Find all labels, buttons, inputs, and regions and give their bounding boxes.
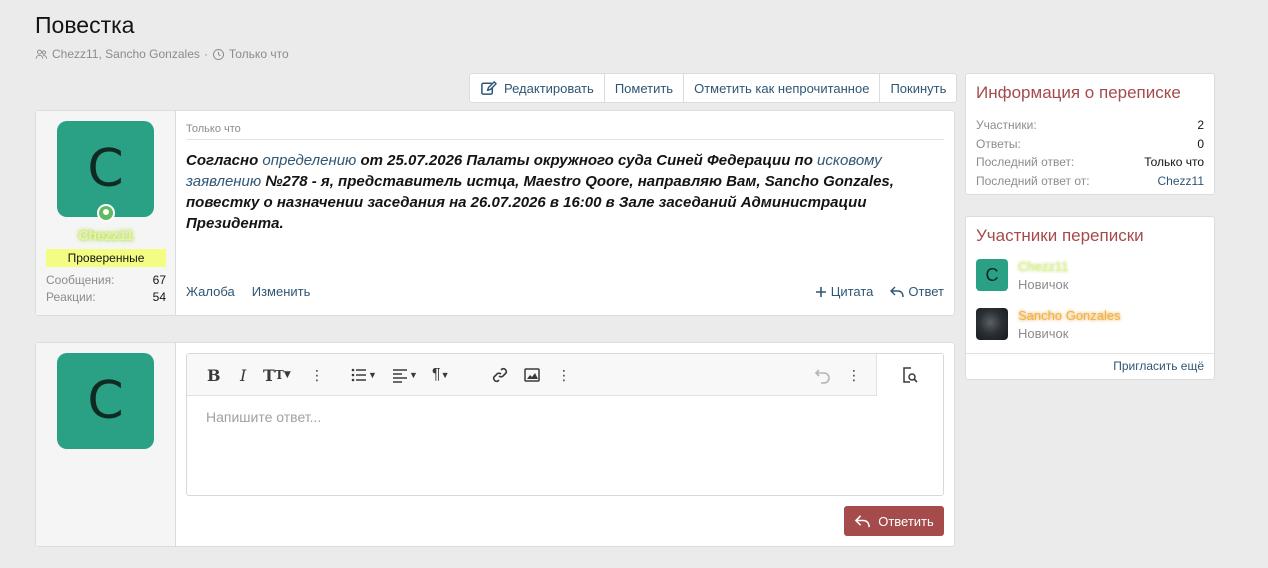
stat-label: Сообщения: <box>46 273 115 287</box>
thread-meta: Chezz11, Sancho Gonzales · Только что <box>35 47 289 61</box>
submit-label: Ответить <box>878 513 934 529</box>
info-label: Последний ответ от: <box>976 173 1090 188</box>
reply-editor: B I T T ▼ ⋮ ▼ ▼ ¶ ▼ ⋮ ⋮ Напишите ответ... <box>186 353 944 496</box>
reply-icon <box>890 286 905 297</box>
card-title: Информация о переписке <box>976 83 1181 102</box>
participants-card: Участники переписки C Chezz11 Новичок Sa… <box>965 216 1215 380</box>
stat-value: 54 <box>152 290 166 304</box>
participant-name[interactable]: Sancho Gonzales <box>1018 308 1121 323</box>
mark-unread-button[interactable]: Отметить как непрочитанное <box>684 74 881 102</box>
paragraph-icon[interactable]: ¶ ▼ <box>432 365 450 385</box>
mark-button[interactable]: Пометить <box>605 74 685 102</box>
user-badge: Проверенные <box>46 249 166 267</box>
reply-input[interactable]: Напишите ответ... <box>187 396 943 438</box>
participant-item: Sancho Gonzales Новичок <box>976 308 1121 341</box>
card-title: Участники переписки <box>976 226 1144 245</box>
align-icon[interactable]: ▼ <box>391 365 418 385</box>
message-actions: Жалоба Изменить Цитата Ответ <box>186 284 944 299</box>
participant-role: Новичок <box>1018 277 1069 292</box>
info-value: 2 <box>1197 118 1204 133</box>
edit-button[interactable]: Редактировать <box>470 74 605 102</box>
invite-more-link[interactable]: Пригласить ещё <box>966 353 1214 379</box>
link-icon[interactable] <box>491 365 509 385</box>
quick-reply-form: C B I T T ▼ ⋮ ▼ ▼ ¶ ▼ ⋮ ⋮ Напишите ответ...… <box>35 342 955 547</box>
quote-label: Цитата <box>830 284 874 299</box>
more-options-icon[interactable]: ⋮ <box>310 365 324 385</box>
reply-link[interactable]: Ответ <box>890 284 944 299</box>
more-options-icon[interactable]: ⋮ <box>557 365 571 385</box>
last-reply-user-link[interactable]: Chezz11 <box>1158 174 1204 188</box>
edit-label: Редактировать <box>504 80 594 96</box>
more-options-icon[interactable]: ⋮ <box>847 365 861 385</box>
user-stat-reactions: Реакции: 54 <box>46 290 166 304</box>
preview-icon[interactable] <box>876 354 943 396</box>
info-value: 0 <box>1197 136 1204 151</box>
reply-icon <box>855 514 871 527</box>
info-label: Последний ответ: <box>976 155 1075 170</box>
stat-label: Реакции: <box>46 290 96 304</box>
leave-button[interactable]: Покинуть <box>880 74 956 102</box>
message-user-panel: C Chezz11 Проверенные Сообщения: 67 Реак… <box>36 111 176 315</box>
plus-icon <box>815 286 826 297</box>
italic-icon[interactable]: I <box>240 365 246 385</box>
message-body: Только что Согласно определению от 25.07… <box>176 111 954 315</box>
message: C Chezz11 Проверенные Сообщения: 67 Реак… <box>35 110 955 316</box>
list-icon[interactable]: ▼ <box>350 365 377 385</box>
quote-link[interactable]: Цитата <box>815 284 874 299</box>
message-text: Согласно определению от 25.07.2026 Палат… <box>186 150 944 234</box>
text-segment: №278 - я, представитель истца, Maestro Q… <box>186 173 894 232</box>
avatar[interactable]: C <box>57 121 154 217</box>
text-segment: Согласно <box>186 152 263 169</box>
text-segment: от 25.07.2026 Палаты окружного суда Сине… <box>356 152 818 169</box>
online-status-icon <box>97 204 115 222</box>
info-row: Последний ответ от: Chezz11 <box>966 172 1214 191</box>
participants-meta[interactable]: Chezz11, Sancho Gonzales <box>52 47 200 61</box>
info-row: Ответы: 0 <box>966 135 1214 154</box>
stat-value: 67 <box>152 273 166 287</box>
text-link-ruling[interactable]: определению <box>262 152 356 169</box>
info-label: Ответы: <box>976 136 1021 151</box>
time-meta: Только что <box>228 47 289 61</box>
image-icon[interactable] <box>523 365 541 385</box>
bold-icon[interactable]: B <box>207 365 221 385</box>
users-icon <box>35 49 48 59</box>
undo-icon[interactable] <box>814 365 832 385</box>
report-link[interactable]: Жалоба <box>186 284 235 299</box>
conversation-info-card: Информация о переписке Участники: 2 Ответ… <box>965 73 1215 195</box>
avatar[interactable] <box>976 308 1008 340</box>
edit-message-link[interactable]: Изменить <box>252 284 311 299</box>
info-value: Только что <box>1144 155 1204 170</box>
info-label: Участники: <box>976 118 1037 133</box>
participant-item: C Chezz11 Новичок <box>976 259 1068 292</box>
info-row: Участники: 2 <box>966 116 1214 135</box>
author-name[interactable]: Chezz11 <box>36 227 176 243</box>
clock-icon <box>212 48 224 60</box>
page-title: Повестка <box>35 12 135 38</box>
message-time[interactable]: Только что <box>186 123 944 140</box>
avatar[interactable]: C <box>976 259 1008 291</box>
participant-name[interactable]: Chezz11 <box>1018 259 1068 274</box>
reply-label: Ответ <box>908 284 944 299</box>
reply-user-panel: C <box>36 343 176 546</box>
meta-separator: · <box>203 47 208 61</box>
reply-submit-button[interactable]: Ответить <box>844 506 944 536</box>
edit-icon <box>481 80 497 95</box>
editor-toolbar: B I T T ▼ ⋮ ▼ ▼ ¶ ▼ ⋮ ⋮ <box>187 354 943 396</box>
avatar: C <box>57 353 154 449</box>
thread-actions: Редактировать Пометить Отметить как непр… <box>469 73 958 103</box>
user-stat-messages: Сообщения: 67 <box>46 273 166 287</box>
text-size-icon[interactable]: T T ▼ <box>263 365 291 385</box>
info-row: Последний ответ: Только что <box>966 153 1214 172</box>
participant-role: Новичок <box>1018 326 1069 341</box>
